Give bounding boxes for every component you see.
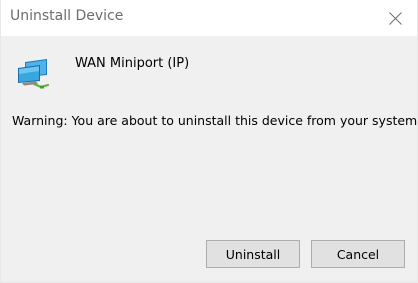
device-name: WAN Miniport (IP) <box>75 56 190 71</box>
title-bar: Uninstall Device <box>1 0 417 36</box>
network-adapter-icon <box>18 59 50 89</box>
dialog-title: Uninstall Device <box>10 8 124 24</box>
close-icon <box>388 11 402 25</box>
dialog-content: WAN Miniport (IP) Warning: You are about… <box>1 36 418 282</box>
uninstall-device-dialog: Uninstall Device WAN Miniport (IP) Warni… <box>0 0 418 283</box>
close-button[interactable] <box>373 0 417 36</box>
cancel-button[interactable]: Cancel <box>311 240 405 268</box>
warning-message: Warning: You are about to uninstall this… <box>12 113 418 128</box>
uninstall-button[interactable]: Uninstall <box>206 240 300 268</box>
